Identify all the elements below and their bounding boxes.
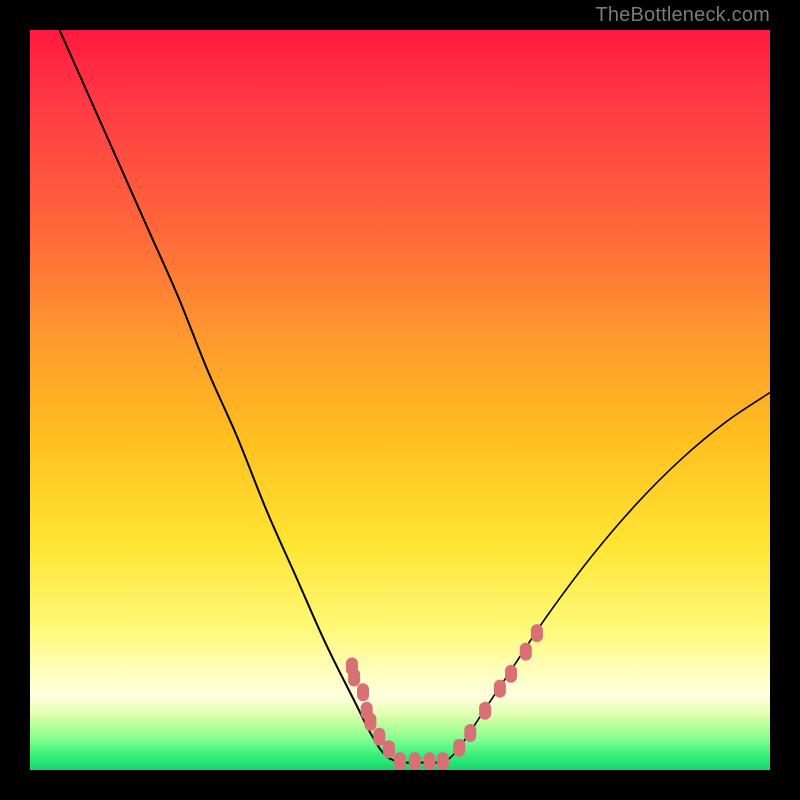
data-marker [520,643,532,661]
data-marker [494,680,506,698]
curve-right-branch [444,393,770,763]
data-marker [424,752,436,770]
plot-area [30,30,770,770]
data-marker [453,739,465,757]
chart-frame: TheBottleneck.com [0,0,800,800]
watermark-text: TheBottleneck.com [595,4,770,27]
data-marker [383,740,395,758]
data-marker [348,669,360,687]
data-marker [364,713,376,731]
data-marker [505,665,517,683]
data-marker [373,728,385,746]
curve-left-branch [60,30,400,763]
data-marker [394,752,406,770]
curve-layer [30,30,770,770]
marker-layer [346,624,543,770]
data-marker [531,624,543,642]
data-marker [479,702,491,720]
data-marker [409,752,421,770]
data-marker [437,752,449,770]
data-marker [464,724,476,742]
data-marker [357,683,369,701]
